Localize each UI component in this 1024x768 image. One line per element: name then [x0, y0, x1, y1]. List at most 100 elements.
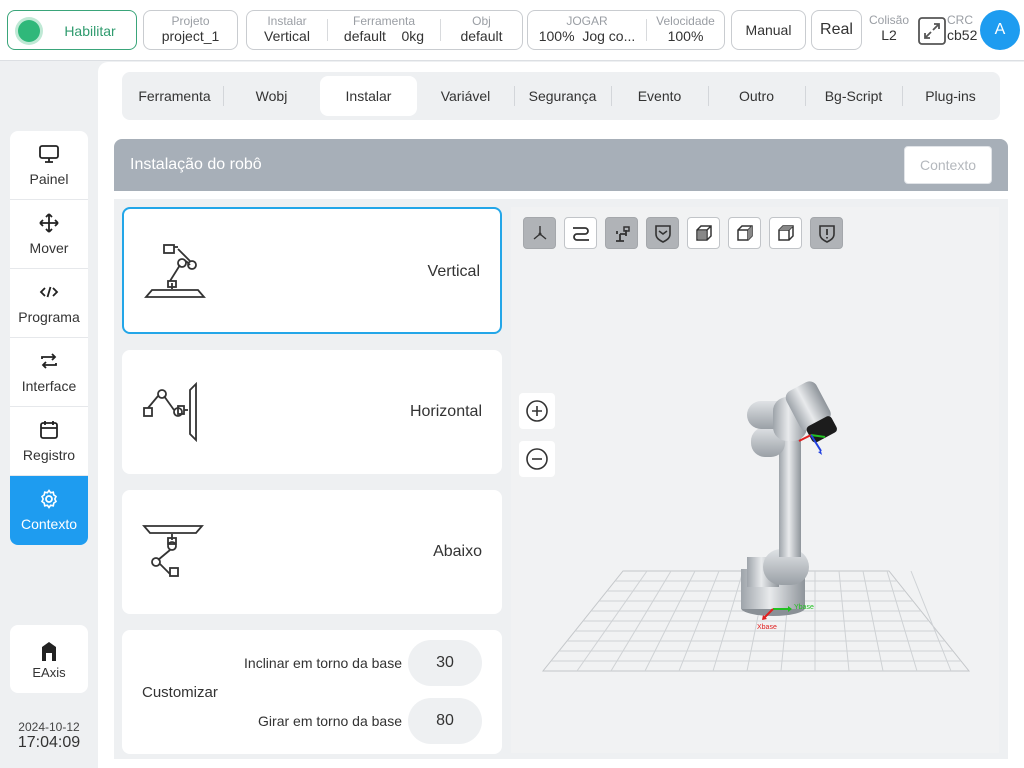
mount-option-label: Abaixo — [433, 543, 482, 560]
project-value: project_1 — [161, 28, 220, 44]
sidebar-item-label: Painel — [29, 171, 69, 187]
cube-top-icon — [778, 225, 794, 241]
shield-alert-icon — [819, 225, 835, 243]
sidebar-item-contexto[interactable]: Contexto — [10, 476, 88, 545]
view-robot-button[interactable] — [605, 217, 638, 249]
move-icon — [39, 213, 59, 233]
sidebar-item-interface[interactable]: Interface — [10, 338, 88, 407]
robot-vertical-icon — [144, 244, 206, 298]
eaxis-button[interactable]: EAxis — [10, 625, 88, 693]
install-label: Instalar — [267, 14, 307, 28]
project-label: Projeto — [171, 14, 210, 28]
panel-title: Instalação do robô — [130, 156, 262, 173]
crc-label: CRC — [947, 13, 973, 27]
obj-value: default — [460, 28, 503, 44]
jog-value: 100% — [538, 28, 575, 44]
custom-mount-panel: Customizar Inclinar em torno da base 30 … — [122, 630, 502, 754]
gear-icon — [40, 489, 58, 509]
axes-icon — [533, 226, 547, 240]
project-selector[interactable]: Projeto project_1 — [143, 10, 238, 50]
tab-bar: Ferramenta Wobj Instalar Variável Segura… — [122, 72, 1000, 120]
tool-value: default — [343, 28, 386, 44]
tool-mass: 0kg — [401, 28, 425, 44]
sidebar-item-label: Contexto — [20, 516, 78, 532]
main-panel: Ferramenta Wobj Instalar Variável Segura… — [98, 62, 1024, 768]
context-button[interactable]: Contexto — [904, 146, 992, 184]
sidebar-item-label: Interface — [21, 378, 77, 394]
tab-evento[interactable]: Evento — [611, 76, 708, 116]
monitor-icon — [39, 145, 59, 163]
user-avatar[interactable]: A — [980, 10, 1020, 50]
code-icon — [39, 286, 59, 298]
custom-label: Customizar — [142, 684, 218, 701]
real-button[interactable]: Real — [811, 10, 862, 50]
mount-option-label: Horizontal — [409, 403, 482, 420]
collision-level[interactable]: Colisão L2 — [866, 14, 912, 44]
date-display: 2024-10-12 — [18, 720, 80, 734]
real-label: Real — [820, 21, 853, 38]
crc-value: cb52 — [947, 27, 978, 43]
tab-variavel[interactable]: Variável — [417, 76, 514, 116]
tilt-label: Inclinar em torno da base — [244, 655, 402, 671]
x-axis-label: Xbase — [757, 624, 777, 631]
enable-button[interactable]: Habilitar — [7, 10, 137, 50]
tool-label: Ferramenta — [352, 14, 416, 28]
tab-bg-script[interactable]: Bg-Script — [805, 76, 902, 116]
sidebar-item-mover[interactable]: Mover — [10, 200, 88, 269]
cube-side-icon — [737, 225, 753, 241]
install-value: Vertical — [264, 28, 310, 44]
rotate-label: Girar em torno da base — [258, 713, 402, 729]
view-front-button[interactable] — [687, 217, 720, 249]
tilt-input[interactable]: 30 — [408, 640, 482, 686]
tab-instalar[interactable]: Instalar — [320, 76, 417, 116]
view-path-button[interactable] — [564, 217, 597, 249]
sidebar-item-programa[interactable]: Programa — [10, 269, 88, 338]
collision-label: Colisão — [868, 13, 910, 27]
speed-value: 100% — [667, 28, 704, 44]
rotate-input[interactable]: 80 — [408, 698, 482, 744]
robot-horizontal-icon — [143, 382, 197, 442]
install-content: Vertical Horizontal Abaixo Customizar In… — [114, 199, 1008, 759]
sidebar-item-painel[interactable]: Painel — [10, 131, 88, 200]
robot-icon — [616, 226, 630, 242]
enable-label: Habilitar — [64, 23, 116, 39]
eaxis-label: EAxis — [32, 665, 66, 680]
tab-wobj[interactable]: Wobj — [223, 76, 320, 116]
robot-model — [741, 381, 837, 616]
view-axes-button[interactable] — [523, 217, 556, 249]
manual-button[interactable]: Manual — [731, 10, 806, 50]
obj-label: Obj — [472, 14, 491, 28]
view-side-button[interactable] — [728, 217, 761, 249]
robot-3d-viewer[interactable]: Ybase Xbase — [511, 207, 999, 753]
sidebar-item-label: Registro — [22, 447, 76, 463]
tab-outro[interactable]: Outro — [708, 76, 805, 116]
sidebar-item-registro[interactable]: Registro — [10, 407, 88, 476]
tab-seguranca[interactable]: Segurança — [514, 76, 611, 116]
speed-label: Velocidade — [656, 14, 715, 28]
mount-option-abaixo[interactable]: Abaixo — [122, 490, 502, 614]
cube-front-icon — [696, 225, 712, 241]
eaxis-icon — [42, 642, 56, 661]
view-alert-button[interactable] — [810, 217, 843, 249]
jog-speed-group[interactable]: JOGAR 100% Jog co... Velocidade 100% — [527, 10, 725, 50]
sidebar-nav: Painel Mover Programa Interface Registro… — [10, 131, 88, 545]
sidebar-item-label: Programa — [18, 309, 80, 325]
top-bar: Habilitar Projeto project_1 Instalar Ver… — [0, 0, 1024, 61]
robot-3d-scene: Ybase Xbase — [541, 381, 971, 672]
mount-option-vertical[interactable]: Vertical — [122, 207, 502, 334]
install-tool-obj-group[interactable]: Instalar Vertical Ferramenta default 0kg… — [246, 10, 523, 50]
robot-ceiling-icon — [142, 525, 204, 577]
enable-status-icon — [18, 20, 40, 42]
shield-check-icon — [655, 225, 671, 243]
view-safety-button[interactable] — [646, 217, 679, 249]
sidebar-item-label: Mover — [29, 240, 69, 256]
expand-icon[interactable] — [917, 16, 947, 46]
calendar-icon — [40, 421, 58, 439]
collision-value: L2 — [881, 27, 897, 43]
mount-option-horizontal[interactable]: Horizontal — [122, 350, 502, 474]
tab-plug-ins[interactable]: Plug-ins — [902, 76, 999, 116]
jog-label: JOGAR — [566, 14, 608, 28]
view-top-button[interactable] — [769, 217, 802, 249]
mount-option-label: Vertical — [427, 263, 480, 280]
tab-ferramenta[interactable]: Ferramenta — [126, 76, 223, 116]
